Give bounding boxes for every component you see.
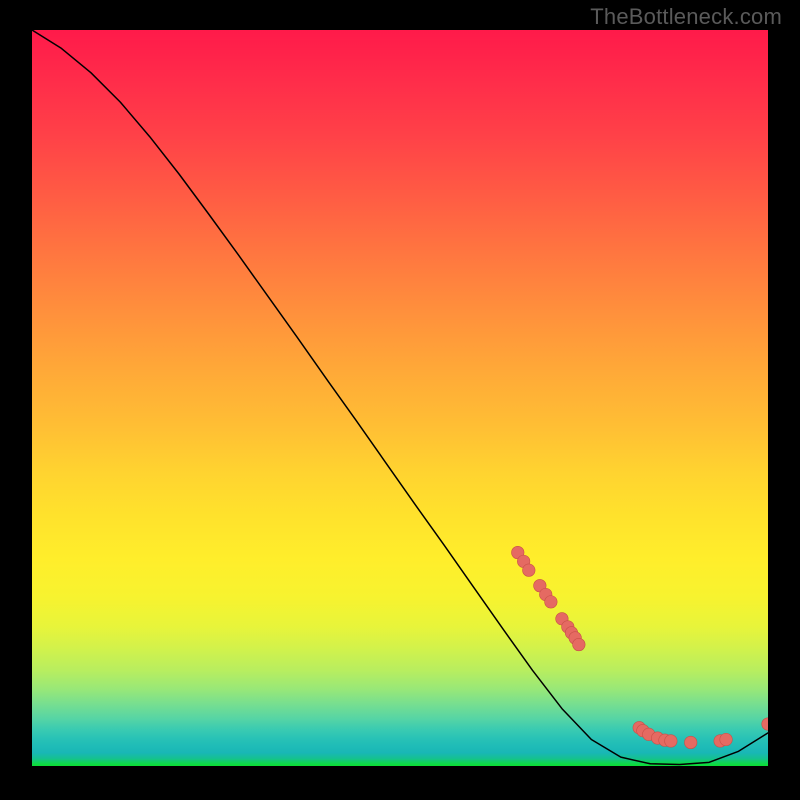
- data-point: [545, 596, 558, 609]
- curve-line: [32, 30, 768, 765]
- data-point: [684, 736, 697, 749]
- chart-svg: [32, 30, 768, 766]
- data-point: [762, 718, 768, 731]
- watermark-text: TheBottleneck.com: [590, 4, 782, 30]
- data-point: [720, 733, 733, 746]
- data-point: [523, 564, 536, 577]
- plot-area: [32, 30, 768, 766]
- chart-container: TheBottleneck.com: [0, 0, 800, 800]
- data-point: [573, 638, 586, 651]
- scatter-dots: [512, 546, 768, 748]
- data-point: [665, 735, 678, 748]
